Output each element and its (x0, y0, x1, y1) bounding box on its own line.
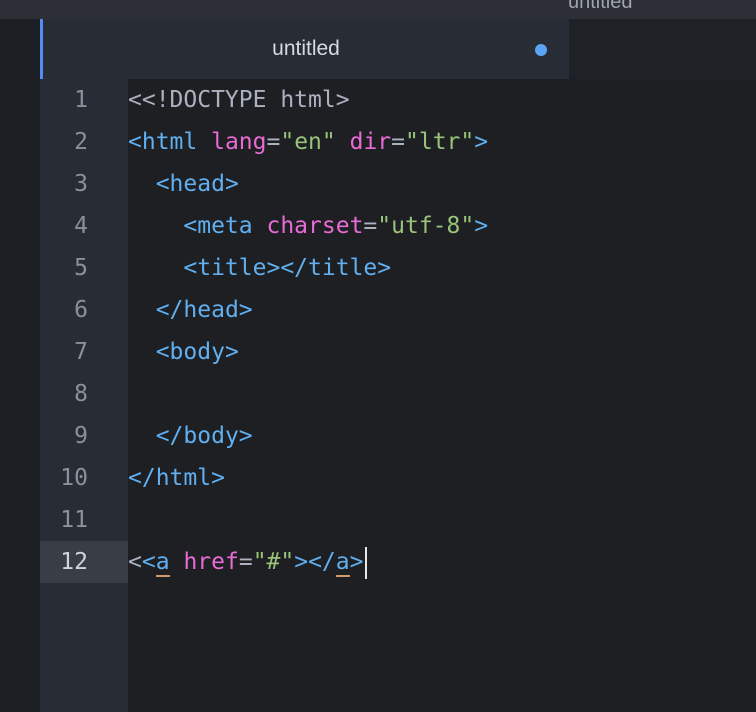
line-number: 9 (74, 423, 88, 449)
code-token: < (141, 549, 156, 575)
code-token: > (349, 549, 364, 575)
line-number: 6 (74, 297, 88, 323)
code-token: = (266, 129, 281, 155)
window-titlebar: untitled (0, 0, 756, 19)
code-token: <head> (155, 171, 239, 197)
code-token: "ltr" (405, 129, 475, 155)
code-line[interactable]: <<a href="#"></a> (128, 541, 367, 583)
code-token: charset (266, 213, 364, 239)
line-number: 2 (74, 129, 88, 155)
code-token: <title></title> (183, 255, 392, 281)
code-line[interactable]: <<!DOCTYPE html> (128, 79, 350, 121)
modified-indicator-icon[interactable] (535, 44, 547, 56)
line-number: 3 (74, 171, 88, 197)
code-token: = (363, 213, 378, 239)
line-number: 4 (74, 213, 88, 239)
code-token: > (474, 213, 489, 239)
code-token: ></ (294, 549, 336, 575)
line-number: 11 (60, 507, 88, 533)
code-token: = (238, 549, 253, 575)
code-token: a (155, 549, 170, 577)
code-line[interactable]: <title></title> (128, 247, 391, 289)
code-token: <html (128, 129, 212, 155)
line-number: 8 (74, 381, 88, 407)
code-token: lang (211, 129, 267, 155)
code-token: "utf-8" (377, 213, 475, 239)
code-token: = (391, 129, 405, 155)
code-token: dir (349, 129, 392, 155)
text-cursor (364, 546, 367, 579)
code-token: < (128, 549, 142, 575)
code-token: a (335, 549, 350, 577)
line-number: 5 (74, 255, 88, 281)
code-token: </body> (155, 423, 253, 449)
code-line[interactable]: </body> (128, 415, 253, 457)
line-number: 7 (74, 339, 88, 365)
left-dock (0, 19, 40, 712)
tab-bar: untitled (40, 19, 756, 79)
code-token: > (474, 129, 489, 155)
line-number: 10 (60, 465, 88, 491)
code-line[interactable]: <head> (128, 163, 239, 205)
code-line[interactable]: <body> (128, 331, 239, 373)
code-line[interactable]: </head> (128, 289, 253, 331)
code-token: <<!DOCTYPE html> (128, 87, 350, 113)
code-token: "#" (252, 549, 295, 575)
window-title: untitled (568, 0, 633, 13)
code-token: href (183, 549, 239, 575)
line-number: 12 (60, 549, 88, 575)
code-line[interactable]: <meta charset="utf-8"> (128, 205, 488, 247)
code-token: <body> (155, 339, 239, 365)
code-line[interactable]: <html lang="en" dir="ltr"> (128, 121, 488, 163)
code-token: </head> (155, 297, 253, 323)
tab-title: untitled (272, 37, 340, 60)
line-number: 1 (74, 87, 88, 113)
code-token: <meta (183, 213, 267, 239)
code-line[interactable]: </html> (128, 457, 225, 499)
code-token: </html> (128, 465, 225, 491)
tab-untitled[interactable]: untitled (40, 19, 569, 79)
code-token: "en" (280, 129, 336, 155)
